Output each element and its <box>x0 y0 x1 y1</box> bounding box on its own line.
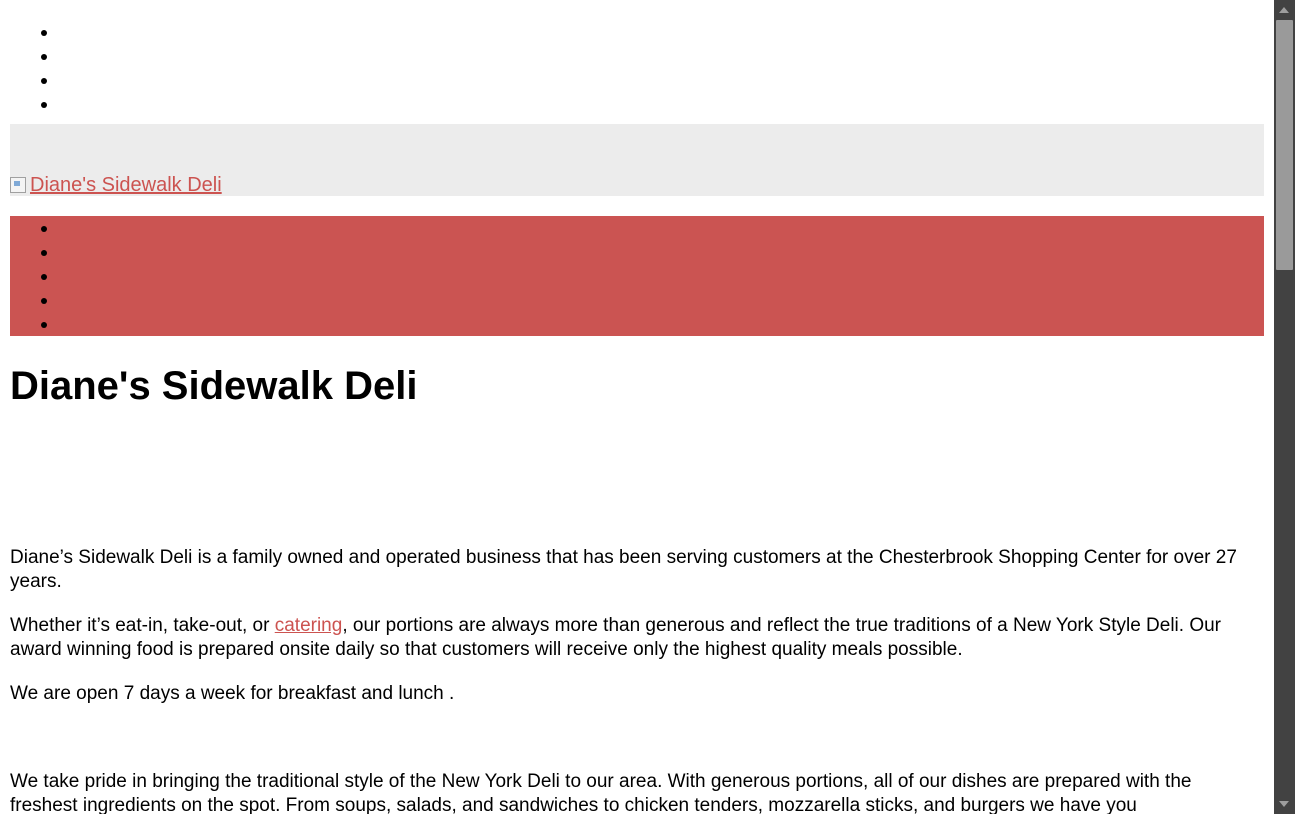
top-menu-item[interactable] <box>10 68 1264 92</box>
broken-image-icon <box>10 177 26 193</box>
service-paragraph: Whether it’s eat-in, take-out, or cateri… <box>10 614 1264 662</box>
top-menu-item[interactable] <box>10 20 1264 44</box>
scroll-thumb[interactable] <box>1276 20 1293 270</box>
vertical-scrollbar[interactable] <box>1274 0 1295 814</box>
catering-link[interactable]: catering <box>275 615 343 636</box>
service-text-start: Whether it’s eat-in, take-out, or <box>10 615 275 636</box>
nav-item[interactable] <box>10 216 1264 240</box>
top-menu <box>10 0 1264 116</box>
nav-item[interactable] <box>10 288 1264 312</box>
logo-link[interactable]: Diane's Sidewalk Deli <box>10 174 222 196</box>
top-menu-item[interactable] <box>10 92 1264 116</box>
scroll-down-arrow-icon[interactable] <box>1279 801 1289 807</box>
content: Diane's Sidewalk Deli Diane's Sidewalk D… <box>0 0 1274 814</box>
scroll-up-arrow-icon[interactable] <box>1279 7 1289 13</box>
top-menu-item[interactable] <box>10 44 1264 68</box>
nav-item[interactable] <box>10 312 1264 336</box>
logo-alt-text: Diane's Sidewalk Deli <box>30 174 222 196</box>
page-title: Diane's Sidewalk Deli <box>10 364 418 408</box>
page: Diane's Sidewalk Deli Diane's Sidewalk D… <box>0 0 1274 814</box>
pride-paragraph: We take pride in bringing the traditiona… <box>10 771 1192 814</box>
main-nav <box>10 216 1264 336</box>
main-nav-list <box>10 216 1264 336</box>
site-header: Diane's Sidewalk Deli <box>10 124 1264 196</box>
nav-item[interactable] <box>10 240 1264 264</box>
nav-item[interactable] <box>10 264 1264 288</box>
intro-paragraph: Diane’s Sidewalk Deli is a family owned … <box>10 547 1237 592</box>
hours-paragraph: We are open 7 days a week for breakfast … <box>10 683 455 704</box>
